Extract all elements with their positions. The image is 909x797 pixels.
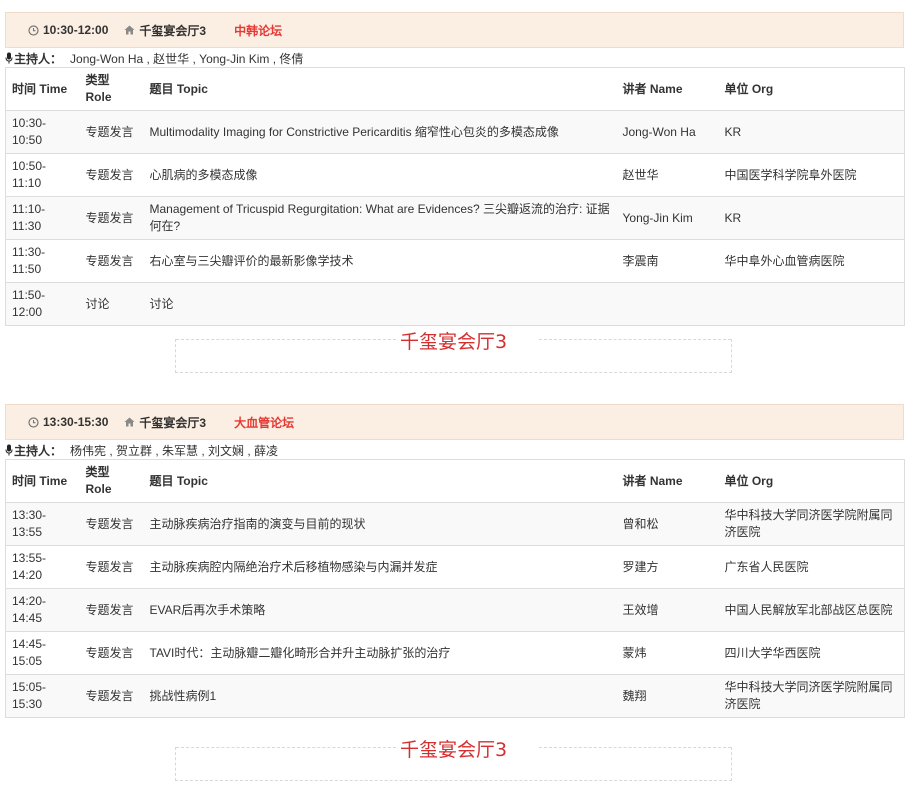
row-topic: 右心室与三尖瓣评价的最新影像学技术	[143, 239, 617, 283]
row-topic: TAVI时代：主动脉瓣二瓣化畸形合并升主动脉扩张的治疗	[143, 631, 617, 675]
row-time: 11:50-12:00	[5, 282, 80, 326]
session-venue: 千玺宴会厅3	[139, 415, 207, 430]
session-forum[interactable]: 大血管论坛	[234, 414, 294, 431]
session-venue: 千玺宴会厅3	[139, 23, 207, 38]
col-header-org: 单位 Org	[718, 459, 905, 503]
row-time: 14:20-14:45	[5, 588, 80, 632]
table-row: 11:10-11:30 专题发言 Management of Tricuspid…	[5, 196, 905, 240]
host-label: 主持人：	[14, 443, 63, 458]
row-time: 14:45-15:05	[5, 631, 80, 675]
col-header-role: 类型 Role	[79, 459, 144, 503]
row-time: 11:30-11:50	[5, 239, 80, 283]
venue-heading: 千玺宴会厅3	[399, 739, 508, 761]
clock-icon	[28, 416, 39, 428]
session-hosts: 主持人： Jong-Won Ha , 赵世华 , Yong-Jin Kim , …	[5, 49, 904, 67]
col-header-time: 时间 Time	[5, 459, 80, 503]
row-topic: 心肌病的多模态成像	[143, 153, 617, 197]
home-icon	[124, 25, 135, 35]
row-org: KR	[718, 110, 905, 154]
row-org: 华中阜外心血管病医院	[718, 239, 905, 283]
row-time: 13:55-14:20	[5, 545, 80, 589]
row-speaker[interactable]: 蒙炜	[616, 631, 719, 675]
row-org: 四川大学华西医院	[718, 631, 905, 675]
schedule-table: 时间 Time 类型 Role 题目 Topic 讲者 Name 单位 Org …	[5, 67, 905, 326]
table-row: 13:30-13:55 专题发言 主动脉疾病治疗指南的演变与目前的现状 曾和松 …	[5, 502, 905, 546]
col-header-time: 时间 Time	[5, 67, 80, 111]
row-topic: Multimodality Imaging for Constrictive P…	[143, 110, 617, 154]
table-row: 11:50-12:00 讨论 讨论	[5, 282, 905, 326]
table-row: 13:55-14:20 专题发言 主动脉疾病腔内隔绝治疗术后移植物感染与内漏并发…	[5, 545, 905, 589]
session-header: 13:30-15:30 千玺宴会厅3 大血管论坛	[5, 404, 904, 440]
row-time: 15:05-15:30	[5, 674, 80, 718]
session-time: 10:30-12:00	[43, 23, 109, 37]
row-speaker[interactable]: 曾和松	[616, 502, 719, 546]
col-header-org: 单位 Org	[718, 67, 905, 111]
row-speaker[interactable]: 魏翔	[616, 674, 719, 718]
schedule-table: 时间 Time 类型 Role 题目 Topic 讲者 Name 单位 Org …	[5, 459, 905, 718]
session-forum[interactable]: 中韩论坛	[234, 22, 282, 39]
host-names: 杨伟宪 , 贺立群 , 朱军慧 , 刘文娴 , 薛凌	[70, 443, 279, 458]
row-role: 专题发言	[79, 674, 144, 718]
home-icon	[124, 417, 135, 427]
table-row: 11:30-11:50 专题发言 右心室与三尖瓣评价的最新影像学技术 李震南 华…	[5, 239, 905, 283]
session-block-2: 13:30-15:30 千玺宴会厅3 大血管论坛 主持人： 杨伟宪 , 贺立群 …	[5, 404, 905, 718]
row-role: 专题发言	[79, 502, 144, 546]
col-header-name: 讲者 Name	[616, 459, 719, 503]
table-row: 14:20-14:45 专题发言 EVAR后再次手术策略 王效增 中国人民解放军…	[5, 588, 905, 632]
clock-icon	[28, 24, 39, 36]
row-role: 专题发言	[79, 153, 144, 197]
col-header-name: 讲者 Name	[616, 67, 719, 111]
venue-heading: 千玺宴会厅3	[399, 331, 508, 353]
col-header-topic: 题目 Topic	[143, 459, 617, 503]
host-names: Jong-Won Ha , 赵世华 , Yong-Jin Kim , 佟倩	[70, 51, 304, 66]
row-org: 广东省人民医院	[718, 545, 905, 589]
session-hosts: 主持人： 杨伟宪 , 贺立群 , 朱军慧 , 刘文娴 , 薛凌	[5, 441, 904, 459]
row-org: 中国医学科学院阜外医院	[718, 153, 905, 197]
col-header-topic: 题目 Topic	[143, 67, 617, 111]
row-time: 10:50-11:10	[5, 153, 80, 197]
row-role: 专题发言	[79, 239, 144, 283]
row-org: 中国人民解放军北部战区总医院	[718, 588, 905, 632]
row-time: 13:30-13:55	[5, 502, 80, 546]
row-topic: EVAR后再次手术策略	[143, 588, 617, 632]
table-header-row: 时间 Time 类型 Role 题目 Topic 讲者 Name 单位 Org	[5, 459, 905, 503]
row-topic: 主动脉疾病治疗指南的演变与目前的现状	[143, 502, 617, 546]
table-row: 10:30-10:50 专题发言 Multimodality Imaging f…	[5, 110, 905, 154]
session-block-1: 10:30-12:00 千玺宴会厅3 中韩论坛 主持人： Jong-Won Ha…	[5, 12, 905, 326]
row-org: 华中科技大学同济医学院附属同济医院	[718, 502, 905, 546]
row-speaker[interactable]: 赵世华	[616, 153, 719, 197]
row-role: 专题发言	[79, 545, 144, 589]
session-time: 13:30-15:30	[43, 415, 109, 429]
table-row: 15:05-15:30 专题发言 挑战性病例1 魏翔 华中科技大学同济医学院附属…	[5, 674, 905, 718]
row-speaker[interactable]: 罗建方	[616, 545, 719, 589]
row-role: 讨论	[79, 282, 144, 326]
row-time: 11:10-11:30	[5, 196, 80, 240]
host-label: 主持人：	[14, 51, 63, 66]
table-row: 14:45-15:05 专题发言 TAVI时代：主动脉瓣二瓣化畸形合并升主动脉扩…	[5, 631, 905, 675]
session-header: 10:30-12:00 千玺宴会厅3 中韩论坛	[5, 12, 904, 48]
row-topic: Management of Tricuspid Regurgitation: W…	[143, 196, 617, 240]
row-topic: 主动脉疾病腔内隔绝治疗术后移植物感染与内漏并发症	[143, 545, 617, 589]
row-org: KR	[718, 196, 905, 240]
row-org: 华中科技大学同济医学院附属同济医院	[718, 674, 905, 718]
row-speaker[interactable]: 王效增	[616, 588, 719, 632]
col-header-role: 类型 Role	[79, 67, 144, 111]
microphone-icon	[5, 444, 13, 456]
row-speaker	[616, 282, 719, 326]
row-speaker[interactable]: 李震南	[616, 239, 719, 283]
row-topic: 讨论	[143, 282, 617, 326]
table-header-row: 时间 Time 类型 Role 题目 Topic 讲者 Name 单位 Org	[5, 67, 905, 111]
row-role: 专题发言	[79, 631, 144, 675]
row-role: 专题发言	[79, 196, 144, 240]
row-role: 专题发言	[79, 110, 144, 154]
row-speaker[interactable]: Jong-Won Ha	[616, 110, 719, 154]
row-org	[718, 282, 905, 326]
microphone-icon	[5, 52, 13, 64]
table-row: 10:50-11:10 专题发言 心肌病的多模态成像 赵世华 中国医学科学院阜外…	[5, 153, 905, 197]
row-role: 专题发言	[79, 588, 144, 632]
row-speaker[interactable]: Yong-Jin Kim	[616, 196, 719, 240]
row-time: 10:30-10:50	[5, 110, 80, 154]
row-topic: 挑战性病例1	[143, 674, 617, 718]
